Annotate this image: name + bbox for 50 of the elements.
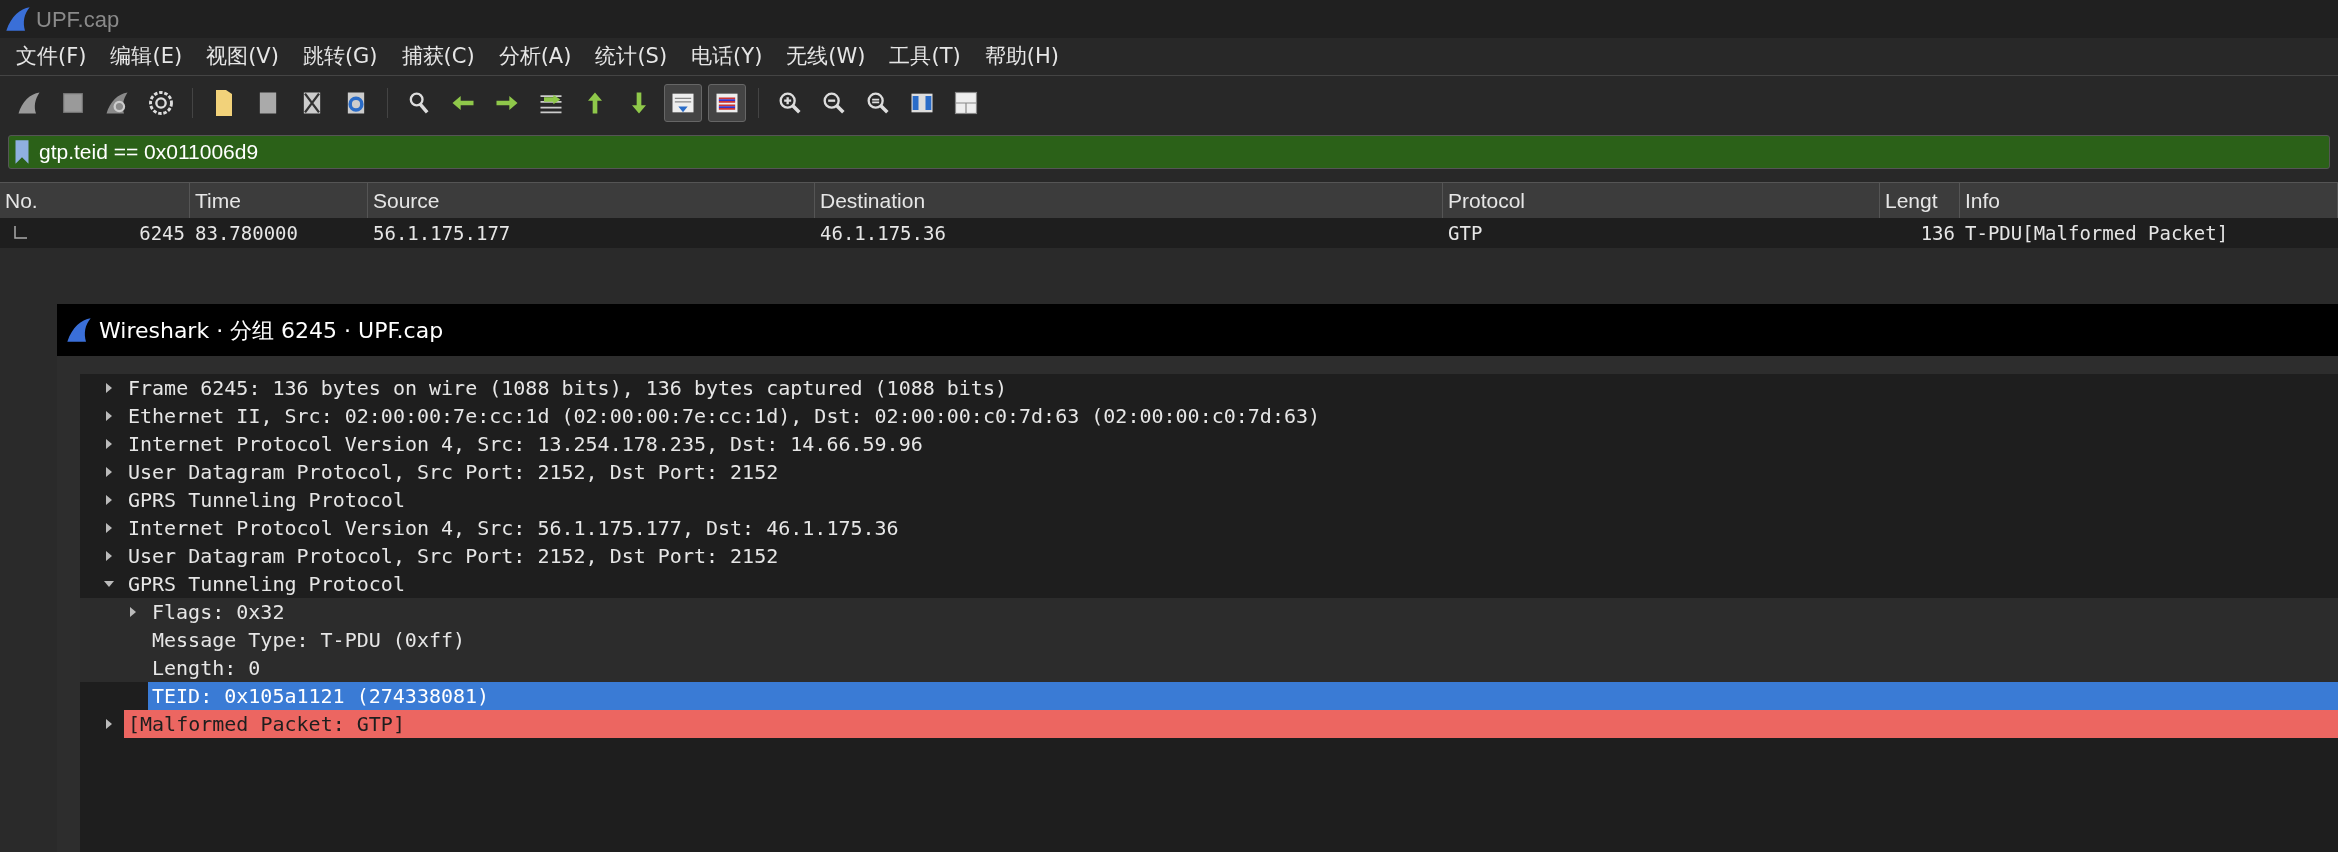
table-cell-text: 56.1.175.177 — [373, 220, 511, 246]
tree-item[interactable]: Ethernet II, Src: 02:00:00:7e:cc:1d (02:00:00:7e:cc:1d), Dst: 02:00:00:c0:7d:63 (02:00:00:c0:7d:63) — [124, 402, 2338, 430]
menu-item[interactable]: 编辑(E) — [100, 40, 193, 73]
table-cell-text: 136 — [1920, 220, 1955, 246]
expanded-arrow-icon[interactable] — [104, 579, 114, 589]
display-filter-field[interactable]: gtp.teid == 0x011006d9 — [8, 135, 2330, 169]
layout-grid-icon — [952, 89, 980, 117]
collapsed-arrow-icon[interactable] — [104, 411, 114, 421]
tree-item[interactable]: Frame 6245: 136 bytes on wire (1088 bits), 136 bytes captured (1088 bits) — [124, 374, 2338, 402]
folder-icon — [216, 90, 232, 116]
window-title: UPF.cap — [36, 5, 120, 34]
menu-item[interactable]: 统计(S) — [585, 40, 678, 73]
menu-item[interactable]: 跳转(G) — [292, 40, 388, 73]
menu-item[interactable]: 视图(V) — [196, 40, 289, 73]
tree-item[interactable]: GPRS Tunneling Protocol — [124, 486, 2338, 514]
tree-connector-icon — [13, 226, 27, 240]
collapsed-arrow-icon[interactable] — [128, 607, 138, 617]
table-cell-text: 46.1.175.36 — [820, 220, 946, 246]
table-cell-text: 6245 — [139, 220, 185, 246]
collapsed-arrow-icon[interactable] — [104, 467, 114, 477]
tree-item[interactable]: [Malformed Packet: GTP] — [124, 710, 2338, 738]
table-cell-text: GTP — [1448, 220, 1483, 246]
gear-icon — [147, 89, 175, 117]
menu-item[interactable]: 捕获(C) — [391, 40, 485, 73]
tree-item[interactable]: TEID: 0x105a1121 (274338081) — [148, 682, 2338, 710]
table-cell-text: T-PDU[Malformed Packet] — [1965, 220, 2229, 246]
collapsed-arrow-icon[interactable] — [104, 439, 114, 449]
table-cell-text: 83.780000 — [195, 220, 298, 246]
tree-item[interactable]: Internet Protocol Version 4, Src: 13.254.178.235, Dst: 14.66.59.96 — [124, 430, 2338, 458]
shark-fin-icon — [4, 5, 32, 33]
collapsed-arrow-icon[interactable] — [104, 551, 114, 561]
collapsed-arrow-icon[interactable] — [104, 523, 114, 533]
collapsed-arrow-icon[interactable] — [104, 495, 114, 505]
shark-fin-icon — [65, 316, 93, 344]
menu-item[interactable]: 无线(W) — [776, 40, 876, 73]
menu-item[interactable]: 工具(T) — [879, 40, 971, 73]
tree-item[interactable]: Internet Protocol Version 4, Src: 56.1.175.177, Dst: 46.1.175.36 — [124, 514, 2338, 542]
tree-item[interactable]: GPRS Tunneling Protocol — [124, 570, 2338, 598]
menu-item[interactable]: 文件(F) — [6, 40, 97, 73]
collapsed-arrow-icon[interactable] — [104, 719, 114, 729]
tree-item[interactable]: User Datagram Protocol, Src Port: 2152, Dst Port: 2152 — [124, 458, 2338, 486]
menu-item[interactable]: 分析(A) — [488, 40, 582, 73]
dialog-title: Wireshark · 分组 6245 · UPF.cap — [99, 316, 444, 345]
collapsed-arrow-icon[interactable] — [104, 383, 114, 393]
toolbar-button[interactable] — [664, 84, 702, 122]
toolbar-button[interactable] — [708, 84, 746, 122]
menu-item[interactable]: 电话(Y) — [681, 40, 773, 73]
bookmark-icon — [13, 139, 31, 165]
tree-item[interactable]: User Datagram Protocol, Src Port: 2152, Dst Port: 2152 — [124, 542, 2338, 570]
menu-item[interactable]: 帮助(H) — [974, 40, 1069, 73]
